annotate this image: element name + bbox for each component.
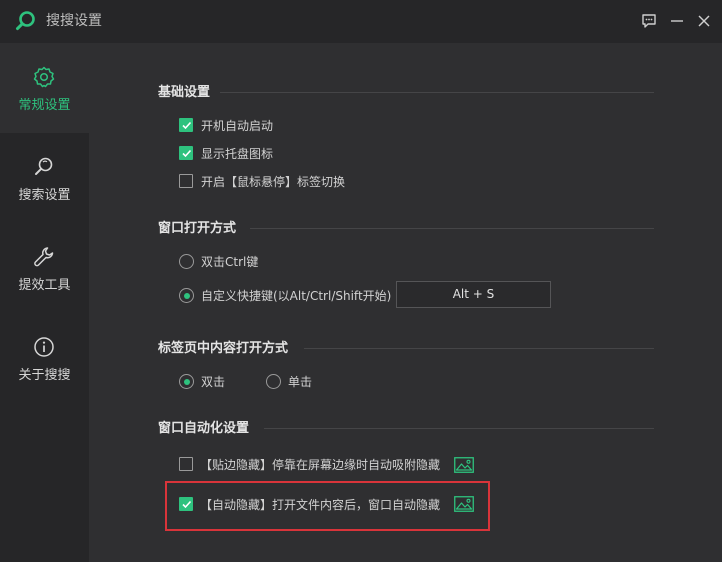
sidebar-item-about[interactable]: 关于搜搜 [0,313,89,403]
radio-double-click[interactable] [179,374,194,389]
option-auto-start-label[interactable]: 开机自动启动 [201,118,273,134]
image-preview-icon[interactable] [454,496,474,512]
option-tray-icon-label[interactable]: 显示托盘图标 [201,146,273,162]
image-preview-icon[interactable] [454,457,474,473]
radio-custom-hotkey[interactable] [179,288,194,303]
minimize-icon[interactable] [666,10,688,32]
checkbox-edge-hide[interactable] [179,457,193,471]
section-title-window-open: 窗口打开方式 [158,221,237,236]
radio-single-click[interactable] [266,374,281,389]
section-divider [220,92,654,93]
sidebar: 常规设置 搜索设置 提效工具 关于搜搜 [0,43,89,562]
option-double-click-label[interactable]: 双击 [201,374,225,390]
search-logo-icon [14,9,38,33]
option-edge-hide-label[interactable]: 【贴边隐藏】停靠在屏幕边缘时自动吸附隐藏 [200,457,440,473]
info-icon [32,335,56,359]
wrench-icon [32,245,56,269]
section-title-auto-window: 窗口自动化设置 [158,421,250,436]
checkbox-hover-tab-switch[interactable] [179,174,193,188]
checkbox-tray-icon[interactable] [179,146,193,160]
option-hover-tab-switch-label[interactable]: 开启【鼠标悬停】标签切换 [201,174,345,190]
settings-window: 搜搜设置 常规设置 搜索设置 提效工具 关于搜搜 基础设置 开机自动启动 显示托… [0,0,722,562]
title-bar[interactable]: 搜搜设置 [0,0,722,43]
sidebar-item-productivity-tools[interactable]: 提效工具 [0,223,89,313]
checkbox-auto-hide[interactable] [179,497,193,511]
gear-icon [32,65,56,89]
hotkey-input[interactable]: Alt + S [396,281,551,308]
section-divider [264,428,654,429]
sidebar-item-label: 搜索设置 [18,188,71,203]
option-single-click-label[interactable]: 单击 [288,374,312,390]
section-divider [304,348,654,349]
close-icon[interactable] [693,10,715,32]
sidebar-item-label: 关于搜搜 [18,368,71,383]
section-title-tab-open: 标签页中内容打开方式 [158,341,289,356]
sidebar-item-label: 提效工具 [18,278,71,293]
sidebar-item-search-settings[interactable]: 搜索设置 [0,133,89,223]
checkbox-auto-start[interactable] [179,118,193,132]
search-icon [32,155,56,179]
radio-double-ctrl[interactable] [179,254,194,269]
feedback-icon[interactable] [638,10,660,32]
sidebar-item-general-settings[interactable]: 常规设置 [0,43,89,133]
option-custom-hotkey-label[interactable]: 自定义快捷键(以Alt/Ctrl/Shift开始) [201,288,391,304]
option-auto-hide-label[interactable]: 【自动隐藏】打开文件内容后，窗口自动隐藏 [200,497,440,513]
section-divider [250,228,654,229]
section-title-basic: 基础设置 [158,85,211,100]
option-double-ctrl-label[interactable]: 双击Ctrl键 [201,254,258,270]
window-title: 搜搜设置 [46,13,102,29]
sidebar-item-label: 常规设置 [18,98,71,113]
